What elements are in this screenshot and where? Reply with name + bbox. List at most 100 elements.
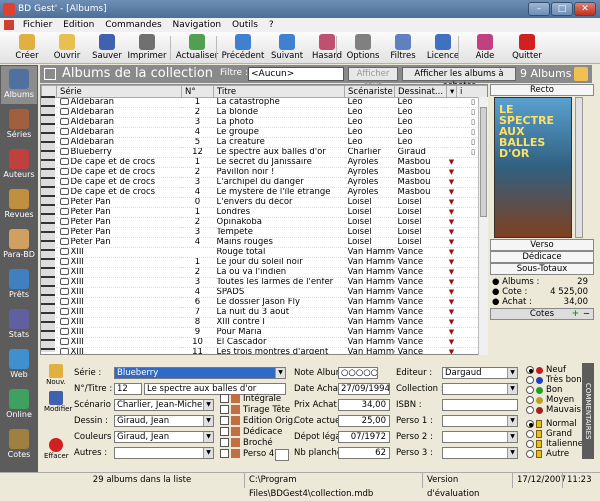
- sidebar-item-albums[interactable]: Albums: [1, 66, 37, 104]
- radio-format-autre[interactable]: [526, 450, 534, 458]
- chevron-down-icon[interactable]: ▼: [203, 432, 213, 442]
- menu-fichier[interactable]: Fichier: [19, 18, 56, 32]
- perso3-field[interactable]: ▼: [442, 447, 518, 459]
- show-to-buy-button[interactable]: Afficher les albums à acheter: [402, 67, 516, 91]
- perso2-field[interactable]: ▼: [442, 431, 518, 443]
- sidebar-item-series[interactable]: Séries: [1, 106, 37, 144]
- table-row[interactable]: XIII 7 La nuit du 3 août Van Hamme Vance ▼: [41, 307, 487, 318]
- minimize-button[interactable]: –: [528, 2, 550, 16]
- menu-commandes[interactable]: Commandes: [101, 18, 165, 32]
- table-row[interactable]: De cape et de crocs 3 L'archipel du danger…: [41, 177, 487, 188]
- table-scrollbar[interactable]: [478, 97, 488, 355]
- sidebar-item-web[interactable]: Web: [1, 346, 37, 384]
- filter-select[interactable]: <Aucun>: [248, 67, 344, 81]
- table-row[interactable]: XIII 10 El Cascador Van Hamme Vance ▼: [41, 337, 487, 348]
- table-row[interactable]: Aldébaran 1 La catastrophe Léo Léo ▯: [41, 97, 487, 108]
- radio-etat-bon[interactable]: [526, 386, 534, 394]
- column-header-numero[interactable]: N°: [181, 85, 214, 98]
- radio-format-normal[interactable]: [526, 420, 534, 428]
- radio-format-italienne[interactable]: [526, 440, 534, 448]
- sidebar-item-cotes[interactable]: Cotes: [1, 426, 37, 464]
- table-row[interactable]: XIII 6 Le dossier Jason Fly Van Hamme Vance ▼: [41, 297, 487, 308]
- chevron-down-icon[interactable]: ▼: [507, 368, 517, 378]
- sidebar-item-stats[interactable]: Stats: [1, 306, 37, 344]
- tab-verso[interactable]: Verso: [490, 239, 594, 251]
- maximize-button[interactable]: □: [551, 2, 573, 16]
- imprimer-button[interactable]: Imprimer: [124, 33, 170, 63]
- table-row[interactable]: XIII 8 XIII contre I Van Hamme Vance ▼: [41, 317, 487, 328]
- table-row[interactable]: De cape et de crocs 4 Le mystère de l'île …: [41, 187, 487, 198]
- perso4-field[interactable]: [275, 449, 289, 461]
- depot-legal-field[interactable]: 07/1972: [338, 431, 390, 443]
- checkbox-tirage-tete[interactable]: [220, 405, 229, 414]
- menu-outils[interactable]: Outils: [228, 18, 262, 32]
- menu-edition[interactable]: Edition: [59, 18, 98, 32]
- edit-pencil-icon[interactable]: [574, 67, 588, 81]
- scenario-field[interactable]: Charlier, Jean-Michel ▼: [114, 399, 214, 411]
- chevron-down-icon[interactable]: ▼: [507, 448, 517, 458]
- column-header-titre[interactable]: Titre: [213, 85, 345, 98]
- remove-cote-icon[interactable]: −: [583, 309, 590, 319]
- table-row[interactable]: Aldébaran 3 La photo Léo Léo ▯: [41, 117, 487, 128]
- sidebar-item-prets[interactable]: Prêts: [1, 266, 37, 304]
- radio-etat-mauvais[interactable]: [526, 406, 534, 414]
- table-row[interactable]: XIII Rouge total Van Hamme Vance ▼: [41, 247, 487, 258]
- table-row[interactable]: XIII 9 Pour Maria Van Hamme Vance ▼: [41, 327, 487, 338]
- date-achat-field[interactable]: 27/09/1994: [338, 383, 390, 395]
- checkbox-edition-orig[interactable]: [220, 416, 229, 425]
- isbn-field[interactable]: [442, 399, 518, 411]
- nb-planches-field[interactable]: 62: [338, 447, 390, 459]
- column-header-dessinateur[interactable]: Dessinat...: [394, 85, 447, 98]
- modify-button[interactable]: Modifier: [44, 391, 72, 417]
- table-row[interactable]: De cape et de crocs 2 Pavillon noir ! Ayrol…: [41, 167, 487, 178]
- column-header-scenariste[interactable]: Scénariste: [344, 85, 395, 98]
- aide-button[interactable]: Aide: [462, 33, 508, 63]
- column-header-info-icon[interactable]: i: [456, 85, 487, 98]
- couleurs-field[interactable]: Giraud, Jean ▼: [114, 431, 214, 443]
- chevron-down-icon[interactable]: ▼: [203, 448, 213, 458]
- prix-achat-field[interactable]: 34,00: [338, 399, 390, 411]
- dessin-field[interactable]: Giraud, Jean ▼: [114, 415, 214, 427]
- table-row[interactable]: Aldébaran 4 Le groupe Léo Léo ▯: [41, 127, 487, 138]
- select-all-checkbox[interactable]: [44, 68, 56, 80]
- chevron-down-icon[interactable]: ▼: [275, 368, 285, 378]
- radio-etat-tres-bon[interactable]: [526, 376, 534, 384]
- radio-etat-neuf[interactable]: [526, 366, 534, 374]
- autres-field[interactable]: ▼: [114, 447, 214, 459]
- serie-field[interactable]: Blueberry ▼: [114, 367, 286, 379]
- perso1-field[interactable]: ▼: [442, 415, 518, 427]
- column-header-serie[interactable]: Série: [56, 85, 182, 98]
- checkbox-integrale[interactable]: [220, 394, 229, 403]
- tab-dedicace[interactable]: Dédicace: [490, 251, 594, 263]
- chevron-down-icon[interactable]: ▼: [203, 400, 213, 410]
- sidebar-item-auteurs[interactable]: Auteurs: [1, 146, 37, 184]
- table-row[interactable]: Peter Pan 3 Tempête Loisel Loisel ▼: [41, 227, 487, 238]
- licence-button[interactable]: Licence: [420, 33, 466, 63]
- close-button[interactable]: ✕: [574, 2, 596, 16]
- radio-etat-moyen[interactable]: [526, 396, 534, 404]
- column-header-sort-icon[interactable]: ▾: [446, 85, 457, 98]
- tab-sous-totaux[interactable]: Sous-Totaux: [490, 263, 594, 275]
- table-row[interactable]: Peter Pan 4 Mains rouges Loisel Loisel ▼: [41, 237, 487, 248]
- add-cote-icon[interactable]: +: [572, 309, 579, 319]
- show-all-button[interactable]: Afficher tout: [348, 67, 398, 91]
- table-row[interactable]: XIII 11 Les trois montres d'argent Van Hamm…: [41, 347, 487, 354]
- menu-help[interactable]: ?: [265, 18, 278, 32]
- checkbox-perso-4[interactable]: [220, 449, 229, 458]
- tab-recto[interactable]: Recto: [490, 84, 594, 96]
- editeur-field[interactable]: Dargaud ▼: [442, 367, 518, 379]
- table-row[interactable]: Peter Pan 1 Londres Loisel Loisel ▼: [41, 207, 487, 218]
- table-row[interactable]: XIII 1 Le jour du soleil noir Van Hamme Vanc…: [41, 257, 487, 268]
- table-row[interactable]: De cape et de crocs 1 Le secret du Janissa…: [41, 157, 487, 168]
- chevron-down-icon[interactable]: ▼: [507, 432, 517, 442]
- menu-navigation[interactable]: Navigation: [169, 18, 226, 32]
- collection-field[interactable]: ▼: [442, 383, 518, 395]
- sidebar-item-para-bd[interactable]: Para-BD: [1, 226, 37, 264]
- chevron-down-icon[interactable]: ▼: [203, 416, 213, 426]
- delete-button[interactable]: Effacer: [44, 438, 69, 464]
- sidebar-item-online[interactable]: Online: [1, 386, 37, 424]
- table-row[interactable]: Aldébaran 2 La blonde Léo Léo ▯: [41, 107, 487, 118]
- new-button[interactable]: Nouv.: [44, 364, 68, 390]
- table-row[interactable]: Aldébaran 5 La créature Léo Léo ▯: [41, 137, 487, 148]
- numero-field[interactable]: 12: [114, 383, 142, 395]
